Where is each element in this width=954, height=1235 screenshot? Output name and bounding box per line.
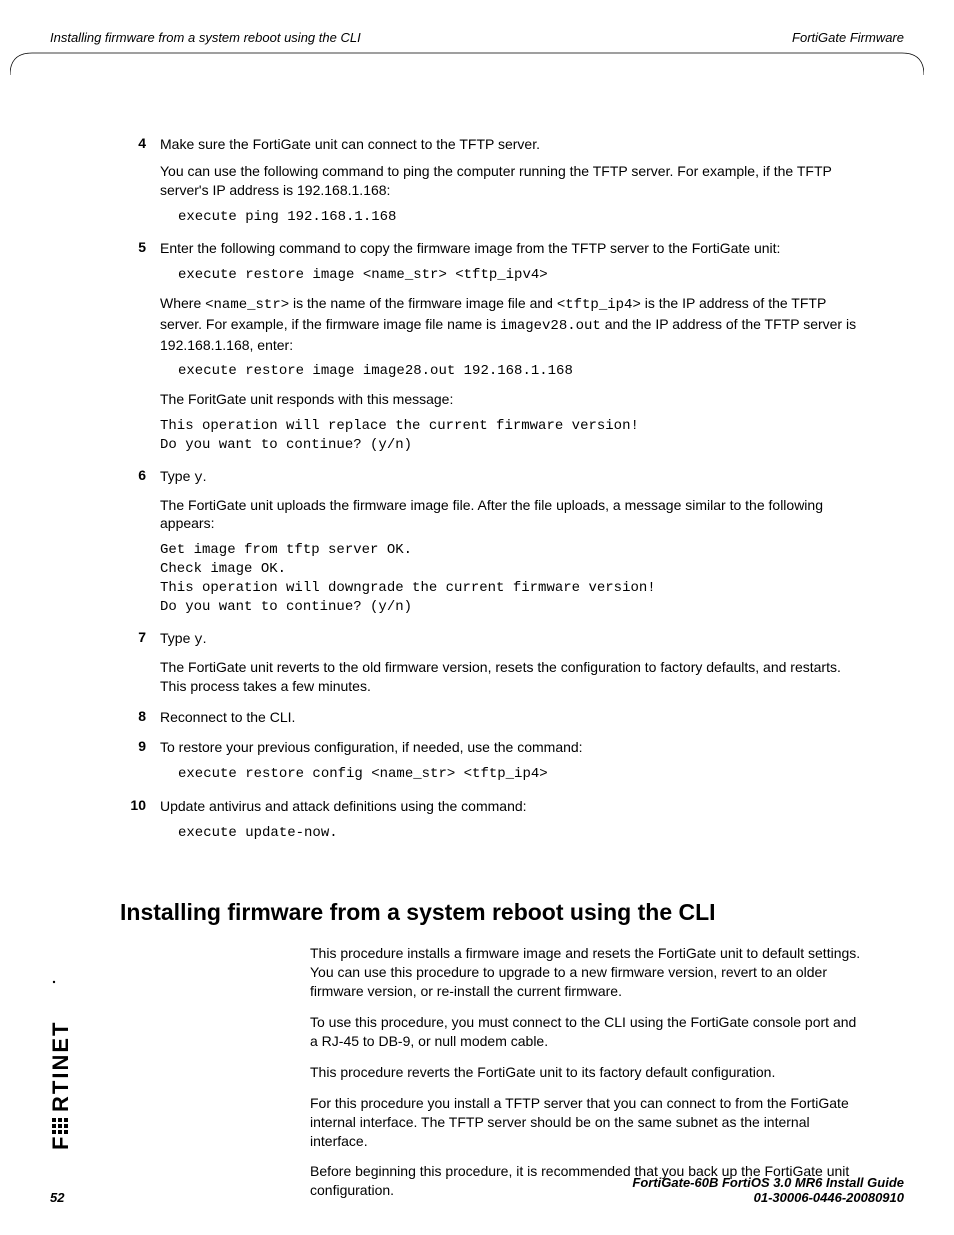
step-number: 9 [120,738,160,792]
step-10: 10 Update antivirus and attack definitio… [120,797,864,851]
header-left: Installing firmware from a system reboot… [50,30,361,45]
page-content: 4 Make sure the FortiGate unit can conne… [0,75,954,1200]
step-8: 8 Reconnect to the CLI. [120,708,864,735]
step-text: Make sure the FortiGate unit can connect… [160,135,864,154]
step-5: 5 Enter the following command to copy th… [120,239,864,462]
step-9: 9 To restore your previous configuration… [120,738,864,792]
step-text: Where <name_str> is the name of the firm… [160,294,864,355]
step-7: 7 Type y. The FortiGate unit reverts to … [120,629,864,704]
page-number: 52 [50,1190,64,1205]
paragraph: This procedure installs a firmware image… [310,944,864,1001]
step-number: 7 [120,629,160,704]
step-number: 5 [120,239,160,462]
fortinet-logo-icon: F RTINET [48,970,74,1150]
step-text: Enter the following command to copy the … [160,239,864,258]
code-block: execute restore config <name_str> <tftp_… [178,765,864,785]
step-text: The ForitGate unit responds with this me… [160,390,864,409]
step-text: The FortiGate unit uploads the firmware … [160,496,864,534]
step-4: 4 Make sure the FortiGate unit can conne… [120,135,864,235]
code-block: execute update-now. [178,824,864,844]
page-footer: 52 FortiGate-60B FortiOS 3.0 MR6 Install… [50,1175,904,1205]
step-text: Reconnect to the CLI. [160,708,864,727]
step-number: 6 [120,467,160,625]
svg-text:RTINET: RTINET [48,1021,73,1112]
step-text: The FortiGate unit reverts to the old fi… [160,658,864,696]
paragraph: For this procedure you install a TFTP se… [310,1094,864,1151]
header-right: FortiGate Firmware [792,30,904,45]
page-header: Installing firmware from a system reboot… [0,0,954,45]
section-heading: Installing firmware from a system reboot… [120,899,864,926]
code-block: execute restore image <name_str> <tftp_i… [178,266,864,286]
step-number: 8 [120,708,160,735]
step-text: You can use the following command to pin… [160,162,864,200]
step-text: Type y. [160,467,864,488]
svg-text:F: F [48,1135,73,1150]
step-6: 6 Type y. The FortiGate unit uploads the… [120,467,864,625]
step-number: 10 [120,797,160,851]
step-text: To restore your previous configuration, … [160,738,864,757]
step-text: Type y. [160,629,864,650]
step-text: Update antivirus and attack definitions … [160,797,864,816]
step-number: 4 [120,135,160,235]
code-block: Get image from tftp server OK. Check ima… [160,541,864,617]
footer-docinfo: FortiGate-60B FortiOS 3.0 MR6 Install Gu… [632,1175,904,1205]
paragraph: This procedure reverts the FortiGate uni… [310,1063,864,1082]
code-block: execute restore image image28.out 192.16… [178,362,864,382]
code-block: execute ping 192.168.1.168 [178,208,864,228]
header-rule [10,51,924,75]
section-body: This procedure installs a firmware image… [120,944,864,1200]
paragraph: To use this procedure, you must connect … [310,1013,864,1051]
code-block: This operation will replace the current … [160,417,864,455]
